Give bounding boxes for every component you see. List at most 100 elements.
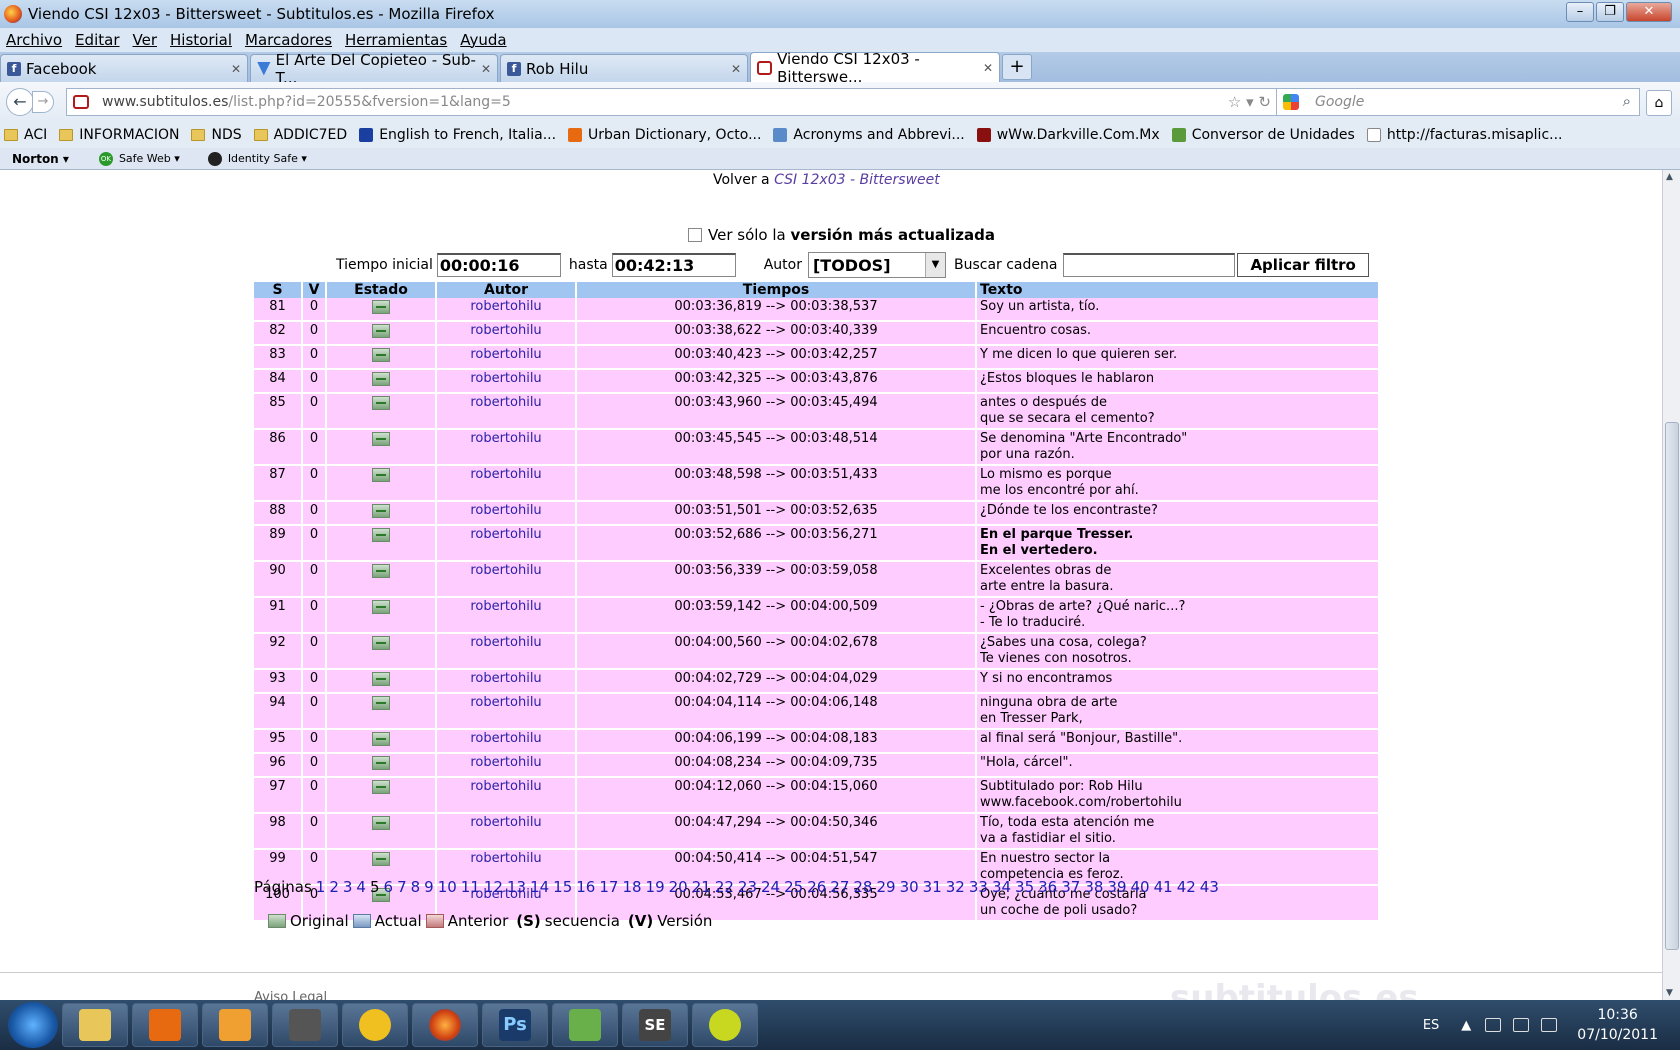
cell-autor[interactable]: robertohilu xyxy=(436,729,577,754)
page-link-32[interactable]: 32 xyxy=(946,878,965,896)
vertical-scrollbar[interactable]: ▲ ▼ xyxy=(1662,170,1680,1000)
estado-original-icon[interactable] xyxy=(372,696,390,710)
cell-autor[interactable]: robertohilu xyxy=(436,561,577,598)
page-link-38[interactable]: 38 xyxy=(1084,878,1103,896)
cell-autor[interactable]: robertohilu xyxy=(436,525,577,562)
page-link-11[interactable]: 11 xyxy=(461,878,480,896)
page-link-16[interactable]: 16 xyxy=(576,878,595,896)
bookmark-aci[interactable]: ACI xyxy=(4,127,47,143)
page-link-13[interactable]: 13 xyxy=(507,878,526,896)
cell-autor[interactable]: robertohilu xyxy=(436,345,577,370)
cell-autor[interactable]: robertohilu xyxy=(436,777,577,814)
menu-marcadores[interactable]: Marcadores xyxy=(245,31,332,49)
page-link-27[interactable]: 27 xyxy=(830,878,849,896)
taskbar-photoshop[interactable]: Ps xyxy=(482,1003,548,1047)
close-button[interactable]: ✕ xyxy=(1626,2,1672,22)
tab-arte-copieteo[interactable]: El Arte Del Copieteo - Sub-T... ✕ xyxy=(250,51,498,87)
page-link-42[interactable]: 42 xyxy=(1177,878,1196,896)
clock[interactable]: 10:36 07/10/2011 xyxy=(1577,1005,1658,1045)
cell-autor[interactable]: robertohilu xyxy=(436,393,577,430)
estado-original-icon[interactable] xyxy=(372,852,390,866)
buscar-cadena-input[interactable] xyxy=(1063,253,1236,277)
bookmark-conversor[interactable]: Conversor de Unidades xyxy=(1171,127,1355,143)
page-link-20[interactable]: 20 xyxy=(669,878,688,896)
page-link-29[interactable]: 29 xyxy=(876,878,895,896)
tab-viendo-csi[interactable]: Viendo CSI 12x03 - Bitterswe... ✕ xyxy=(750,50,1000,86)
page-link-39[interactable]: 39 xyxy=(1107,878,1126,896)
estado-original-icon[interactable] xyxy=(372,816,390,830)
page-link-9[interactable]: 9 xyxy=(424,878,434,896)
page-link-6[interactable]: 6 xyxy=(384,878,394,896)
checkbox[interactable] xyxy=(688,228,702,242)
estado-original-icon[interactable] xyxy=(372,468,390,482)
taskbar-firefox[interactable] xyxy=(412,1003,478,1047)
aviso-legal-link[interactable]: Aviso Legal xyxy=(254,990,327,1000)
estado-original-icon[interactable] xyxy=(372,504,390,518)
page-link-34[interactable]: 34 xyxy=(992,878,1011,896)
cell-autor[interactable]: robertohilu xyxy=(436,369,577,394)
page-link-10[interactable]: 10 xyxy=(438,878,457,896)
estado-original-icon[interactable] xyxy=(372,600,390,614)
page-link-25[interactable]: 25 xyxy=(784,878,803,896)
bookmark-facturas[interactable]: http://facturas.misaplic... xyxy=(1366,127,1563,143)
cell-autor[interactable]: robertohilu xyxy=(436,321,577,346)
estado-original-icon[interactable] xyxy=(372,636,390,650)
taskbar-outlook[interactable] xyxy=(202,1003,268,1047)
page-link-40[interactable]: 40 xyxy=(1131,878,1150,896)
volume-icon[interactable] xyxy=(1541,1018,1558,1032)
estado-original-icon[interactable] xyxy=(372,756,390,770)
page-link-30[interactable]: 30 xyxy=(900,878,919,896)
menu-archivo[interactable]: Archivo xyxy=(6,31,62,49)
bookmark-urban-dictionary[interactable]: Urban Dictionary, Octo... xyxy=(568,127,761,143)
estado-original-icon[interactable] xyxy=(372,348,390,362)
estado-original-icon[interactable] xyxy=(372,432,390,446)
cell-autor[interactable]: robertohilu xyxy=(436,429,577,466)
bookmark-darkville[interactable]: wWw.Darkville.Com.Mx xyxy=(976,127,1160,143)
close-tab-icon[interactable]: ✕ xyxy=(481,62,491,76)
page-link-17[interactable]: 17 xyxy=(599,878,618,896)
page-link-5[interactable]: 5 xyxy=(370,878,380,896)
page-link-2[interactable]: 2 xyxy=(329,878,339,896)
flag-icon[interactable] xyxy=(1485,1018,1502,1032)
page-link-37[interactable]: 37 xyxy=(1061,878,1080,896)
tiempo-inicial-input[interactable] xyxy=(436,253,561,277)
maximize-button[interactable]: ❐ xyxy=(1596,2,1624,22)
scroll-down-icon[interactable]: ▼ xyxy=(1666,988,1673,998)
estado-original-icon[interactable] xyxy=(372,324,390,338)
safe-web-menu[interactable]: Safe Web ▾ xyxy=(119,152,180,165)
language-indicator[interactable]: ES xyxy=(1423,1018,1439,1033)
start-button[interactable] xyxy=(8,1002,58,1048)
bookmark-nds[interactable]: NDS xyxy=(191,127,242,143)
page-link-43[interactable]: 43 xyxy=(1200,878,1219,896)
page-link-22[interactable]: 22 xyxy=(715,878,734,896)
bookmark-informacion[interactable]: INFORMACION xyxy=(59,127,179,143)
taskbar-quicktime[interactable] xyxy=(692,1003,758,1047)
taskbar-se[interactable]: SE xyxy=(622,1003,688,1047)
estado-original-icon[interactable] xyxy=(372,780,390,794)
cell-autor[interactable]: robertohilu xyxy=(436,633,577,670)
cell-autor[interactable]: robertohilu xyxy=(436,465,577,502)
network-icon[interactable] xyxy=(1513,1018,1530,1032)
taskbar-media-player[interactable] xyxy=(132,1003,198,1047)
page-link-33[interactable]: 33 xyxy=(969,878,988,896)
page-link-14[interactable]: 14 xyxy=(530,878,549,896)
latest-version-checkbox[interactable]: Ver sólo la versión más actualizada xyxy=(688,226,995,244)
minimize-button[interactable]: – xyxy=(1566,2,1594,22)
menu-ayuda[interactable]: Ayuda xyxy=(460,31,506,49)
page-link-41[interactable]: 41 xyxy=(1154,878,1173,896)
page-link-28[interactable]: 28 xyxy=(853,878,872,896)
search-icon[interactable]: ⌕ xyxy=(1623,92,1631,110)
close-tab-icon[interactable]: ✕ xyxy=(983,61,993,75)
page-link-26[interactable]: 26 xyxy=(807,878,826,896)
menu-ver[interactable]: Ver xyxy=(133,31,158,49)
page-link-1[interactable]: 1 xyxy=(316,878,326,896)
scrollbar-thumb[interactable] xyxy=(1665,422,1679,950)
taskbar-movie-maker[interactable] xyxy=(272,1003,338,1047)
forward-button[interactable]: → xyxy=(32,91,54,113)
menu-herramientas[interactable]: Herramientas xyxy=(345,31,447,49)
page-link-21[interactable]: 21 xyxy=(692,878,711,896)
page-link-7[interactable]: 7 xyxy=(397,878,407,896)
menu-editar[interactable]: Editar xyxy=(75,31,119,49)
estado-original-icon[interactable] xyxy=(372,528,390,542)
tab-facebook[interactable]: f Facebook ✕ xyxy=(0,54,248,82)
